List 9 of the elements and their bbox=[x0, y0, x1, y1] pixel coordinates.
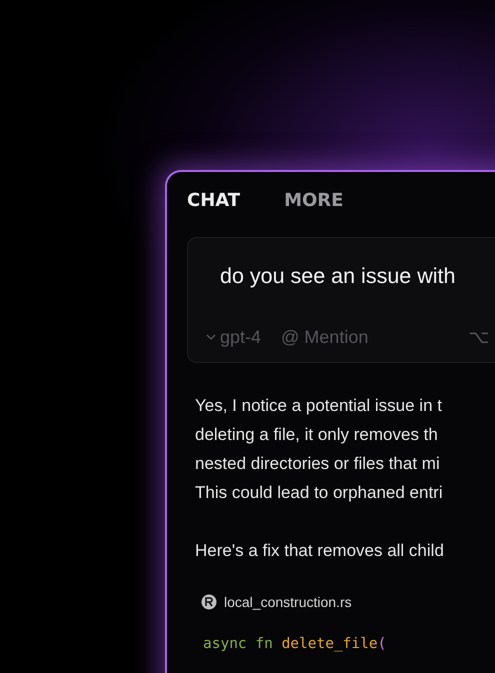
tab[interactable]: CHAT bbox=[187, 190, 240, 211]
response-paragraph: Yes, I notice a potential issue in t deleting a file, it only removes th nested directories or files that mi This could lead to orphaned entri bbox=[195, 395, 444, 504]
tab[interactable]: MORE bbox=[284, 190, 344, 211]
file-name: local_construction.rs bbox=[224, 594, 352, 610]
chevron-down-icon bbox=[206, 334, 216, 340]
code-line: async fn delete_file( bbox=[202, 636, 388, 652]
response-paragraph: Here's a fix that removes all child bbox=[195, 540, 445, 562]
input-text: do you see an issue with bbox=[220, 264, 456, 289]
shortcut-key: ⌥ bbox=[468, 326, 490, 348]
